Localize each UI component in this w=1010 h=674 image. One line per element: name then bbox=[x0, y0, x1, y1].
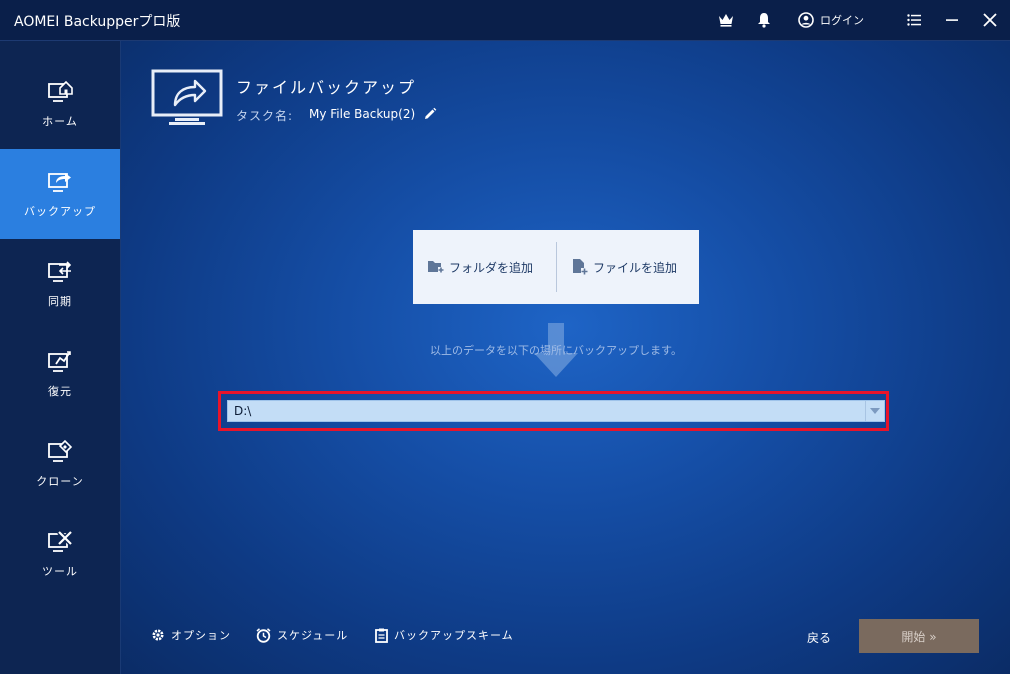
destination-select[interactable]: D:\ bbox=[227, 400, 885, 422]
login-button[interactable]: ログイン bbox=[798, 10, 864, 30]
schedule-label: スケジュール bbox=[277, 629, 349, 642]
backup-icon bbox=[48, 173, 71, 192]
pencil-icon[interactable] bbox=[423, 107, 437, 121]
schedule-button[interactable]: スケジュール bbox=[256, 627, 348, 643]
user-icon bbox=[798, 12, 814, 28]
backup-scheme-button[interactable]: バックアップスキーム bbox=[375, 627, 514, 643]
sidebar-item-label: 復元 bbox=[48, 385, 72, 398]
destination-value: D:\ bbox=[234, 404, 252, 418]
backup-scheme-label: バックアップスキーム bbox=[394, 629, 514, 642]
crown-icon[interactable] bbox=[716, 10, 736, 30]
title-bar: AOMEI Backupperプロ版 ログイン bbox=[0, 0, 1010, 41]
sidebar-item-label: 同期 bbox=[48, 295, 72, 308]
clipboard-icon bbox=[375, 628, 388, 643]
close-icon[interactable] bbox=[980, 10, 1000, 30]
hint-text: 以上のデータを以下の場所にバックアップします。 bbox=[430, 344, 682, 357]
sidebar-item-home[interactable]: ホーム bbox=[0, 59, 120, 149]
sidebar-item-sync[interactable]: 同期 bbox=[0, 239, 120, 329]
main-panel: ファイルバックアップ タスク名: My File Backup(2) フォルダを… bbox=[121, 41, 1010, 674]
home-icon bbox=[48, 80, 73, 102]
sidebar-item-backup[interactable]: バックアップ bbox=[0, 149, 120, 239]
back-button[interactable]: 戻る bbox=[807, 629, 831, 646]
add-folder-button[interactable]: フォルダを追加 bbox=[428, 230, 533, 304]
login-label: ログイン bbox=[820, 14, 864, 27]
tools-icon bbox=[48, 530, 73, 552]
clone-icon bbox=[48, 439, 73, 462]
minimize-icon[interactable] bbox=[942, 10, 962, 30]
sidebar-item-label: バックアップ bbox=[24, 205, 96, 218]
source-panel: フォルダを追加 ファイルを追加 bbox=[413, 230, 699, 304]
add-file-button[interactable]: ファイルを追加 bbox=[572, 230, 677, 304]
folder-add-icon bbox=[428, 261, 444, 273]
app-title: AOMEI Backupperプロ版 bbox=[14, 14, 181, 30]
clock-icon bbox=[256, 627, 271, 643]
add-file-label: ファイルを追加 bbox=[593, 260, 678, 275]
restore-icon bbox=[48, 351, 71, 372]
start-button[interactable]: 開始 » bbox=[859, 619, 979, 653]
divider bbox=[556, 242, 557, 292]
task-name-value: My File Backup(2) bbox=[309, 107, 416, 121]
task-name-label: タスク名: bbox=[236, 109, 294, 123]
options-button[interactable]: オプション bbox=[151, 627, 231, 643]
options-label: オプション bbox=[171, 629, 231, 642]
chevron-down-icon[interactable] bbox=[865, 401, 884, 421]
sync-icon bbox=[48, 261, 72, 282]
sidebar-item-restore[interactable]: 復元 bbox=[0, 329, 120, 419]
add-folder-label: フォルダを追加 bbox=[449, 260, 534, 275]
sidebar-item-label: ホーム bbox=[42, 115, 78, 128]
sidebar-item-label: ツール bbox=[42, 565, 78, 578]
page-title: ファイルバックアップ bbox=[236, 78, 417, 97]
sidebar-item-tools[interactable]: ツール bbox=[0, 509, 120, 599]
gear-icon bbox=[152, 629, 164, 641]
bell-icon[interactable] bbox=[754, 10, 774, 30]
sidebar: ホーム バックアップ 同期 復元 クローン ツール bbox=[0, 41, 121, 674]
file-backup-icon bbox=[151, 69, 223, 125]
file-add-icon bbox=[573, 259, 588, 275]
menu-icon[interactable] bbox=[904, 10, 924, 30]
sidebar-item-label: クローン bbox=[36, 475, 84, 488]
sidebar-item-clone[interactable]: クローン bbox=[0, 419, 120, 509]
